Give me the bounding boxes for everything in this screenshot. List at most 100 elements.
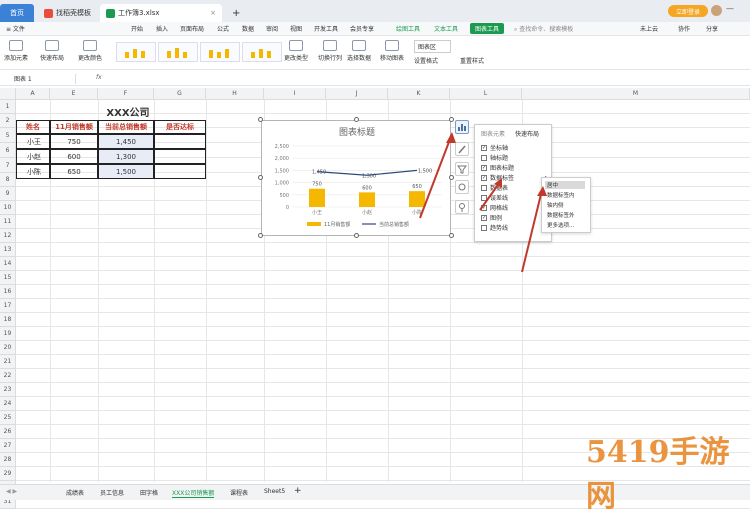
element-checkbox-item[interactable]: 数据表	[481, 183, 508, 192]
total-cell[interactable]: 1,300	[98, 149, 154, 164]
row-header[interactable]: 28	[0, 453, 16, 467]
file-menu[interactable]: ≡ 文件	[6, 24, 25, 33]
checkbox[interactable]: ✓	[481, 204, 487, 211]
resize-handle[interactable]	[258, 117, 263, 122]
resize-handle[interactable]	[354, 233, 359, 238]
row-header[interactable]: 21	[0, 355, 16, 369]
menu-text-tools[interactable]: 文本工具	[434, 24, 458, 33]
row-header[interactable]: 16	[0, 285, 16, 299]
row-header[interactable]: 25	[0, 411, 16, 425]
nov-cell[interactable]: 650	[50, 164, 98, 179]
search-command[interactable]: ⌕ 查找命令、搜索模板	[514, 24, 573, 34]
row-header[interactable]: 11	[0, 215, 16, 229]
menu-formula[interactable]: 公式	[217, 24, 229, 33]
sheet-tab[interactable]: 课程表	[230, 488, 248, 497]
row-header[interactable]: 19	[0, 327, 16, 341]
home-tab[interactable]: 首页	[0, 4, 34, 22]
total-cell[interactable]: 1,500	[98, 164, 154, 179]
template-tab[interactable]: 找稻壳模板	[38, 4, 98, 22]
element-checkbox-item[interactable]: ✓ 数据标签	[481, 173, 514, 182]
add-tab-button[interactable]: +	[226, 4, 246, 22]
nov-cell[interactable]: 750	[50, 134, 98, 149]
header-qualified-cell[interactable]: 是否达标	[154, 120, 206, 134]
element-checkbox-item[interactable]: ✓ 坐标轴	[481, 143, 508, 152]
col-header[interactable]: I	[264, 88, 326, 100]
menu-member[interactable]: 会员专享	[350, 24, 374, 33]
resize-handle[interactable]	[449, 175, 454, 180]
select-data-button[interactable]: 选择数据	[347, 40, 371, 62]
resize-handle[interactable]	[258, 233, 263, 238]
checkbox[interactable]: ✓	[481, 174, 487, 181]
menu-view[interactable]: 视图	[290, 24, 302, 33]
col-header[interactable]: A	[16, 88, 50, 100]
corner-cell[interactable]	[0, 88, 16, 100]
chart-style-3[interactable]	[200, 42, 240, 62]
row-header[interactable]: 5	[0, 128, 16, 143]
menu-review[interactable]: 审阅	[266, 24, 278, 33]
login-button[interactable]: 立即登录	[668, 5, 708, 17]
workbook-tab[interactable]: 工作簿3.xlsx ×	[100, 4, 222, 22]
chart-settings-icon[interactable]	[455, 180, 469, 194]
row-header[interactable]: 14	[0, 257, 16, 271]
sheet-tab[interactable]: 成绩表	[66, 488, 84, 497]
row-header[interactable]: 9	[0, 187, 16, 201]
col-header[interactable]: E	[50, 88, 98, 100]
row-header[interactable]: 13	[0, 243, 16, 257]
row-header[interactable]: 18	[0, 313, 16, 327]
qualified-cell[interactable]	[154, 134, 206, 149]
tab-chart-elements[interactable]: 图表元素	[481, 129, 505, 138]
checkbox[interactable]	[481, 154, 487, 161]
menu-chart-tools[interactable]: 图表工具	[470, 23, 505, 34]
name-cell[interactable]: 小陈	[16, 164, 50, 179]
data-label-option[interactable]: 数据标签内	[545, 191, 577, 199]
chart-elements-icon[interactable]	[455, 120, 469, 134]
cloud-status[interactable]: 未上云	[640, 24, 658, 33]
row-header[interactable]: 26	[0, 425, 16, 439]
fx-icon[interactable]: fx	[96, 74, 102, 81]
reset-style-button[interactable]: 重置样式	[460, 56, 484, 65]
checkbox[interactable]: ✓	[481, 164, 487, 171]
data-label-option[interactable]: 轴内侧	[545, 201, 566, 209]
nov-cell[interactable]: 600	[50, 149, 98, 164]
row-header[interactable]: 12	[0, 229, 16, 243]
row-header[interactable]: 1	[0, 100, 16, 114]
add-element-button[interactable]: 添加元素	[4, 40, 28, 62]
tab-quick-layout[interactable]: 快速布局	[515, 129, 539, 138]
avatar[interactable]	[711, 5, 722, 16]
add-sheet-button[interactable]: +	[294, 486, 302, 496]
row-header[interactable]: 24	[0, 397, 16, 411]
row-header[interactable]: 2	[0, 114, 16, 128]
col-header[interactable]: F	[98, 88, 154, 100]
checkbox[interactable]: ✓	[481, 144, 487, 151]
close-tab-icon[interactable]: ×	[210, 9, 216, 17]
header-name-cell[interactable]: 姓名	[16, 120, 50, 134]
sheet-tab[interactable]: 员工信息	[100, 488, 124, 497]
row-header[interactable]: 29	[0, 467, 16, 481]
chart-object[interactable]: 图表标题 0 500 1,000 1,500 2,000 2,500 750 小王 1,450 60…	[261, 120, 451, 236]
header-total-cell[interactable]: 当前总销售额	[98, 120, 154, 134]
row-header[interactable]: 27	[0, 439, 16, 453]
row-header[interactable]: 23	[0, 383, 16, 397]
row-header[interactable]: 7	[0, 158, 16, 173]
checkbox[interactable]	[481, 184, 487, 191]
resize-handle[interactable]	[449, 233, 454, 238]
name-cell[interactable]: 小王	[16, 134, 50, 149]
chart-area-select[interactable]: 图表区	[414, 40, 452, 53]
format-setting-button[interactable]: 设置格式	[414, 56, 438, 65]
col-header[interactable]: H	[206, 88, 264, 100]
row-header[interactable]: 22	[0, 369, 16, 383]
col-header[interactable]: J	[326, 88, 388, 100]
menu-insert[interactable]: 插入	[156, 24, 168, 33]
resize-handle[interactable]	[258, 175, 263, 180]
company-title-cell[interactable]: XXX公司	[50, 102, 206, 120]
qualified-cell[interactable]	[154, 164, 206, 179]
chart-pin-icon[interactable]	[455, 200, 469, 214]
row-header[interactable]: 8	[0, 173, 16, 187]
row-header[interactable]: 10	[0, 201, 16, 215]
chart-style-2[interactable]	[158, 42, 198, 62]
menu-dev-tools[interactable]: 开发工具	[314, 24, 338, 33]
resize-handle[interactable]	[449, 117, 454, 122]
move-chart-button[interactable]: 移动图表	[380, 40, 404, 62]
name-box[interactable]: 图表 1	[14, 74, 76, 84]
qualified-cell[interactable]	[154, 149, 206, 164]
